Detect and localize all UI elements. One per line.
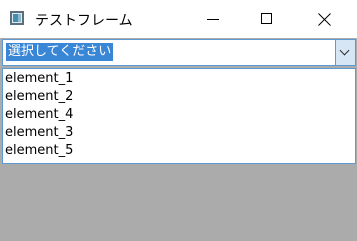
dropdown-item[interactable]: element_4 [3, 106, 355, 124]
dropdown-item[interactable]: element_5 [3, 142, 355, 160]
maximize-icon [261, 13, 272, 24]
dropdown-item[interactable]: element_1 [3, 70, 355, 88]
dropdown-item[interactable]: element_3 [3, 124, 355, 142]
window-title: テストフレーム [35, 13, 133, 29]
dropdown-list[interactable]: element_1 element_2 element_4 element_3 … [2, 68, 356, 164]
title-bar[interactable]: テストフレーム [0, 0, 357, 38]
minimize-button[interactable] [190, 0, 236, 38]
close-icon [318, 13, 331, 26]
app-window: テストフレーム 選択してください element_1 element_2 ele… [0, 0, 357, 241]
maximize-button[interactable] [244, 0, 290, 38]
combo-dropdown-button[interactable] [335, 40, 355, 65]
combo-box[interactable]: 選択してください [2, 39, 356, 66]
close-button[interactable] [302, 0, 348, 38]
app-icon [10, 11, 24, 25]
app-icon-pane-secondary [18, 14, 21, 22]
dropdown-item[interactable]: element_2 [3, 88, 355, 106]
minimize-icon [207, 19, 219, 20]
combo-selected-value[interactable]: 選択してください [6, 43, 114, 61]
chevron-down-icon [339, 45, 350, 56]
